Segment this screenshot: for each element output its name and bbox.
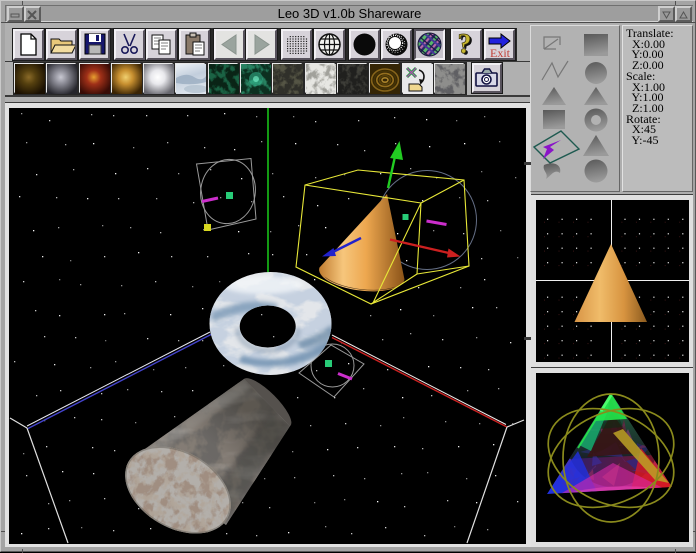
svg-text:?: ? [458, 31, 472, 58]
svg-text:Exit: Exit [490, 46, 511, 58]
